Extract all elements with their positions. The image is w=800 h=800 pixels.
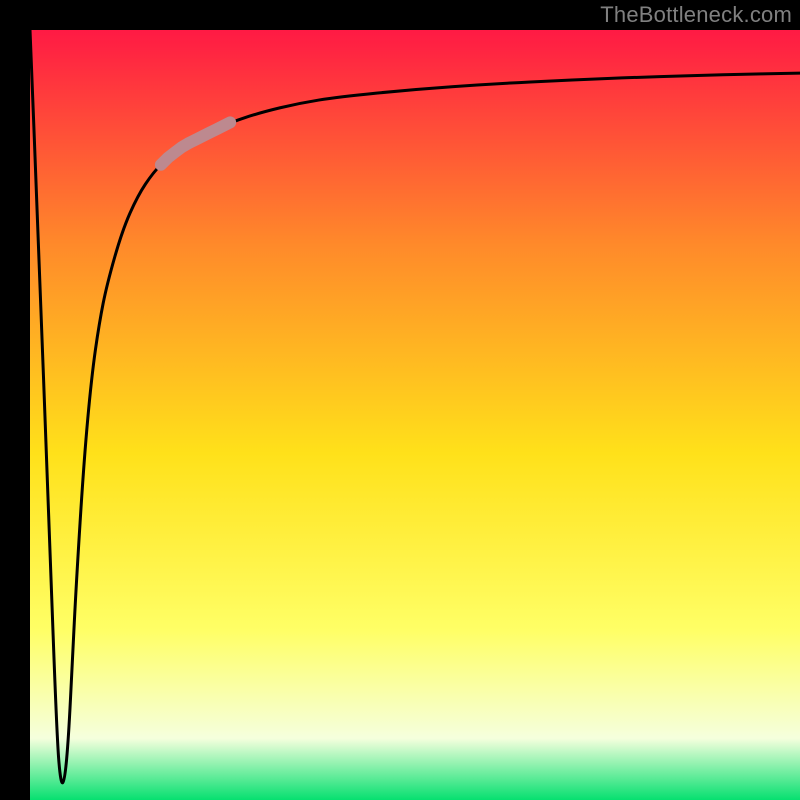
chart-frame: TheBottleneck.com xyxy=(0,0,800,800)
curve-layer xyxy=(30,30,800,800)
highlight-segment xyxy=(161,122,230,164)
bottleneck-curve xyxy=(30,30,800,783)
watermark-text: TheBottleneck.com xyxy=(600,2,792,28)
plot-area xyxy=(30,30,800,800)
